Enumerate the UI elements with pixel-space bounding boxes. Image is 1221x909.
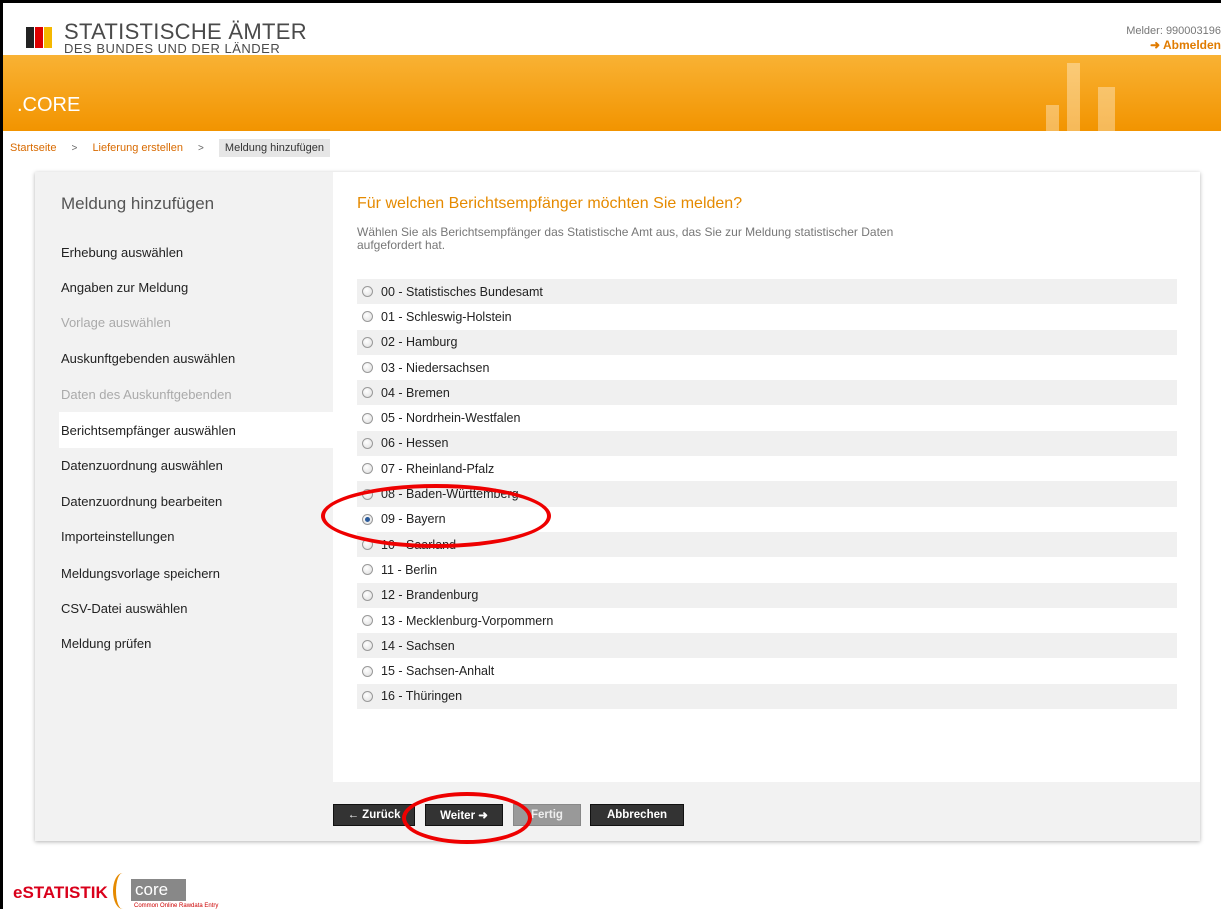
swoosh-icon [113,873,132,909]
next-button[interactable]: Weiter ➜ [425,804,503,826]
sidebar-item-datenzuordnung-bearbeiten[interactable]: Datenzuordnung bearbeiten [61,494,222,509]
logout-link[interactable]: ➜ Abmelden [1150,38,1221,52]
radio-option[interactable]: 01 - Schleswig-Holstein [357,304,1177,329]
app-banner: .CORE [3,55,1221,131]
banner-bar-icon [1046,105,1059,131]
sidebar-item-berichtsempfaenger[interactable]: Berichtsempfänger auswählen [61,423,236,438]
radio-option[interactable]: 14 - Sachsen [357,633,1177,659]
sidebar-item-meldung-pruefen[interactable]: Meldung prüfen [61,636,151,651]
breadcrumb-separator: > [71,143,78,154]
radio-button[interactable] [362,640,373,652]
radio-option-label: 07 - Rheinland-Pfalz [381,461,495,476]
radio-button[interactable] [362,690,373,702]
banner-bar-icon [1098,87,1115,131]
radio-option[interactable]: 02 - Hamburg [357,329,1177,355]
radio-option[interactable]: 03 - Niedersachsen [357,355,1177,380]
radio-option-label: 05 - Nordrhein-Westfalen [381,411,521,426]
sidebar-item-datenzuordnung-auswaehlen[interactable]: Datenzuordnung auswählen [61,458,223,473]
radio-option[interactable]: 11 - Berlin [357,557,1177,582]
radio-button[interactable] [362,362,373,374]
radio-option[interactable]: 13 - Mecklenburg-Vorpommern [357,608,1177,633]
radio-option[interactable]: 16 - Thüringen [357,683,1177,710]
radio-button[interactable] [362,437,373,449]
radio-option-label: 00 - Statistisches Bundesamt [381,284,543,299]
radio-button[interactable] [362,286,373,298]
radio-option[interactable]: 05 - Nordrhein-Westfalen [357,405,1177,430]
sidebar-item-vorlage: Vorlage auswählen [61,315,171,330]
sidebar-item-meldungsvorlage[interactable]: Meldungsvorlage speichern [61,566,220,581]
breadcrumb-lieferung[interactable]: Lieferung erstellen [92,142,183,154]
radio-option[interactable]: 07 - Rheinland-Pfalz [357,456,1177,481]
footer-core: core [131,879,186,901]
radio-option-label: 15 - Sachsen-Anhalt [381,664,495,679]
radio-option[interactable]: 00 - Statistisches Bundesamt [357,279,1177,305]
sidebar-item-daten-auskunftgebenden: Daten des Auskunftgebenden [61,387,232,402]
flag-logo-icon [26,27,59,48]
radio-button[interactable] [362,463,373,475]
radio-option-label: 03 - Niedersachsen [381,360,490,375]
radio-button[interactable] [362,387,373,399]
cancel-button[interactable]: Abbrechen [590,804,684,826]
content-area: Für welchen Berichtsempfänger möchten Si… [333,172,1200,782]
breadcrumb-current: Meldung hinzufügen [218,139,330,157]
footer-brand: eSTATISTIK [13,883,108,902]
radio-button[interactable] [362,336,373,348]
radio-option[interactable]: 06 - Hessen [357,430,1177,457]
sidebar-item-erhebung[interactable]: Erhebung auswählen [61,245,183,260]
sidebar-item-auskunftgebenden[interactable]: Auskunftgebenden auswählen [61,351,235,366]
finish-button: Fertig [513,804,581,826]
wizard-panel: Meldung hinzufügen Erhebung auswählen An… [35,172,1200,841]
radio-option[interactable]: 10 - Saarland [357,531,1177,558]
radio-option-label: 13 - Mecklenburg-Vorpommern [381,613,554,628]
sidebar-item-importeinstellungen[interactable]: Importeinstellungen [61,529,174,544]
radio-button[interactable] [362,539,373,551]
radio-option-label: 16 - Thüringen [381,689,463,704]
radio-button[interactable] [362,665,373,677]
radio-option-label: 02 - Hamburg [381,335,458,350]
logo-subtitle: DES BUNDES UND DER LÄNDER [64,41,281,56]
sidebar-item-angaben[interactable]: Angaben zur Meldung [61,280,188,295]
radio-option[interactable]: 08 - Baden-Württemberg [357,481,1177,507]
page-title: Für welchen Berichtsempfänger möchten Si… [357,195,743,212]
radio-button[interactable] [362,589,373,601]
breadcrumb-separator: > [198,143,204,154]
melder-id: Melder: 990003196 [1126,25,1221,37]
breadcrumb-startseite[interactable]: Startseite [10,142,56,154]
radio-option-label: 10 - Saarland [381,537,457,552]
radio-option[interactable]: 09 - Bayern [357,507,1177,532]
breadcrumb: Startseite > Lieferung erstellen > Meldu… [10,139,330,157]
radio-option-label: 14 - Sachsen [381,638,455,653]
sidebar-item-csv-datei[interactable]: CSV-Datei auswählen [61,601,187,616]
radio-option-label: 09 - Bayern [381,512,446,527]
radio-option-label: 11 - Berlin [381,562,438,577]
recipient-radio-list: 00 - Statistisches Bundesamt 01 - Schlesw… [357,279,1177,710]
radio-option-label: 01 - Schleswig-Holstein [381,309,512,324]
radio-option[interactable]: 04 - Bremen [357,380,1177,406]
footer-tagline: Common Online Rawdata Entry [134,903,219,909]
app-name: .CORE [17,94,81,116]
radio-option[interactable]: 15 - Sachsen-Anhalt [357,658,1177,683]
hint-text: Wählen Sie als Berichtsempfänger das Sta… [357,225,894,252]
radio-button[interactable] [362,488,373,500]
radio-button[interactable] [362,615,373,626]
wizard-sidebar: Meldung hinzufügen Erhebung auswählen An… [35,172,334,782]
back-button[interactable]: ← Zurück [333,804,415,826]
radio-button[interactable] [362,564,373,576]
banner-bar-icon [1067,63,1080,131]
radio-option-label: 06 - Hessen [381,436,449,451]
radio-option[interactable]: 12 - Brandenburg [357,582,1177,608]
radio-option-label: 04 - Bremen [381,385,450,400]
sidebar-title: Meldung hinzufügen [61,194,215,213]
radio-button[interactable] [362,513,373,525]
radio-button[interactable] [362,311,373,323]
radio-button[interactable] [362,412,373,424]
site-header: STATISTISCHE ÄMTER DES BUNDES UND DER LÄ… [3,3,1221,56]
radio-option-label: 12 - Brandenburg [381,588,479,603]
radio-option-label: 08 - Baden-Württemberg [381,487,519,502]
